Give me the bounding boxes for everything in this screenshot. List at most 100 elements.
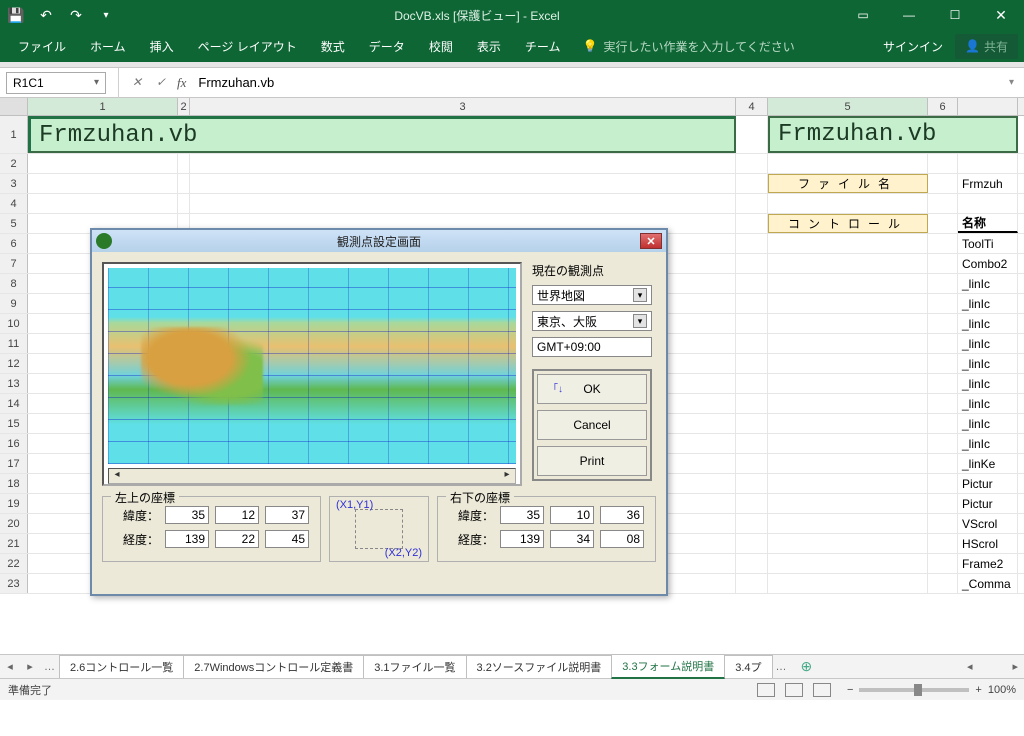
cell[interactable]: _linIc [958, 314, 1018, 333]
cell[interactable] [178, 174, 190, 193]
cell[interactable] [928, 274, 958, 293]
cell[interactable]: _linIc [958, 434, 1018, 453]
normal-view-icon[interactable] [757, 683, 775, 697]
row-header[interactable]: 6 [0, 234, 28, 253]
cell[interactable] [958, 194, 1018, 213]
enter-formula-icon[interactable]: ✓ [149, 75, 173, 90]
share-button[interactable]: 👤 共有 [955, 34, 1018, 59]
row-header[interactable]: 17 [0, 454, 28, 473]
cell[interactable]: _linKe [958, 454, 1018, 473]
cell[interactable] [28, 174, 178, 193]
cell[interactable]: _linIc [958, 354, 1018, 373]
cell[interactable]: _linIc [958, 414, 1018, 433]
cell[interactable] [928, 214, 958, 233]
map-type-combo[interactable]: 世界地図 ▾ [532, 285, 652, 305]
save-icon[interactable]: 💾 [8, 7, 24, 23]
cell[interactable] [928, 174, 958, 193]
col-header-1[interactable]: 1 [28, 98, 178, 115]
formula-input[interactable]: Frmzuhan.vb [190, 75, 999, 90]
lat-deg-input[interactable] [500, 506, 544, 524]
row-header[interactable]: 18 [0, 474, 28, 493]
cell[interactable]: VScrol [958, 514, 1018, 533]
cell[interactable]: _Comma [958, 574, 1018, 593]
row-header[interactable]: 14 [0, 394, 28, 413]
row-header[interactable]: 1 [0, 116, 28, 153]
cell[interactable] [768, 514, 928, 533]
cell[interactable] [768, 274, 928, 293]
cell[interactable] [736, 494, 768, 513]
cell[interactable] [768, 534, 928, 553]
row-header[interactable]: 12 [0, 354, 28, 373]
minimize-button[interactable]: ― [886, 0, 932, 30]
cell[interactable] [736, 234, 768, 253]
cell[interactable] [736, 534, 768, 553]
cell[interactable]: _linIc [958, 374, 1018, 393]
row-header[interactable]: 2 [0, 154, 28, 173]
cell[interactable] [928, 434, 958, 453]
cell[interactable] [768, 374, 928, 393]
cell[interactable] [928, 254, 958, 273]
cell[interactable] [768, 294, 928, 313]
col-header-4[interactable]: 4 [736, 98, 768, 115]
lat-min-input[interactable] [215, 506, 259, 524]
cell[interactable] [736, 554, 768, 573]
row-header[interactable]: 15 [0, 414, 28, 433]
dialog-close-button[interactable]: ✕ [640, 233, 662, 249]
lat-sec-input[interactable] [265, 506, 309, 524]
col-header-3[interactable]: 3 [190, 98, 736, 115]
sign-in[interactable]: サインイン [871, 38, 955, 55]
cell[interactable]: コントロール [768, 214, 928, 233]
cell[interactable] [736, 574, 768, 593]
cell[interactable] [736, 394, 768, 413]
row-header[interactable]: 23 [0, 574, 28, 593]
new-sheet-button[interactable]: ⊕ [791, 658, 823, 675]
cell-r1c5[interactable]: Frmzuhan.vb [768, 116, 1018, 153]
scroll-left-icon[interactable]: ◂ [109, 469, 125, 483]
location-combo[interactable]: 東京、大阪 ▾ [532, 311, 652, 331]
cell[interactable] [768, 474, 928, 493]
cell[interactable] [768, 314, 928, 333]
cell[interactable] [768, 154, 928, 173]
cell[interactable] [190, 154, 736, 173]
cell[interactable] [28, 194, 178, 213]
world-map-image[interactable] [108, 268, 516, 464]
sheet-tab[interactable]: 3.1ファイル一覧 [363, 655, 466, 678]
zoom-out-button[interactable]: − [847, 684, 853, 696]
row-header[interactable]: 16 [0, 434, 28, 453]
cell[interactable] [928, 314, 958, 333]
lon-deg-input[interactable] [165, 530, 209, 548]
pagelayout-view-icon[interactable] [785, 683, 803, 697]
cell[interactable] [768, 194, 928, 213]
gmt-field[interactable]: GMT+09:00 [532, 337, 652, 357]
cell[interactable]: ファイル名 [768, 174, 928, 193]
cell[interactable] [178, 154, 190, 173]
cell[interactable] [736, 274, 768, 293]
cell[interactable]: Frmzuh [958, 174, 1018, 193]
tab-insert[interactable]: 挿入 [138, 30, 186, 62]
cell[interactable]: Frame2 [958, 554, 1018, 573]
tab-team[interactable]: チーム [513, 30, 573, 62]
cell[interactable] [768, 334, 928, 353]
select-all-corner[interactable] [0, 98, 28, 115]
zoom-in-button[interactable]: + [975, 684, 981, 696]
cell[interactable]: HScrol [958, 534, 1018, 553]
cell[interactable] [768, 454, 928, 473]
cell[interactable] [928, 574, 958, 593]
sheet-tab[interactable]: 2.7Windowsコントロール定義書 [183, 655, 364, 678]
lon-min-input[interactable] [550, 530, 594, 548]
lat-deg-input[interactable] [165, 506, 209, 524]
tab-nav-first[interactable]: ◂ [0, 660, 20, 673]
cell[interactable] [928, 194, 958, 213]
cell[interactable] [736, 414, 768, 433]
cell[interactable]: _linIc [958, 274, 1018, 293]
chevron-down-icon[interactable]: ▾ [633, 314, 647, 328]
row-header[interactable]: 19 [0, 494, 28, 513]
lon-min-input[interactable] [215, 530, 259, 548]
undo-icon[interactable]: ↶ [38, 7, 54, 23]
cancel-button[interactable]: Cancel [537, 410, 647, 440]
cell[interactable] [928, 494, 958, 513]
print-button[interactable]: Print [537, 446, 647, 476]
cell[interactable] [958, 154, 1018, 173]
row-header[interactable]: 21 [0, 534, 28, 553]
lat-sec-input[interactable] [600, 506, 644, 524]
